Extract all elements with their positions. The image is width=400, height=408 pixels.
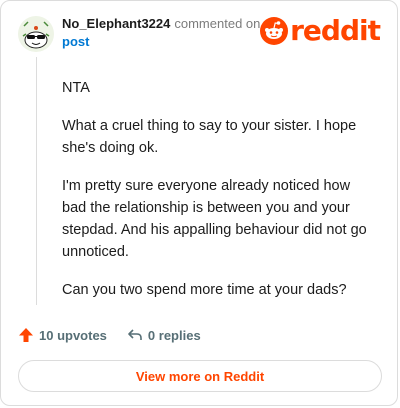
reply-arrow-icon bbox=[128, 329, 142, 340]
username-link[interactable]: No_Elephant3224 bbox=[62, 16, 170, 31]
comment-body: NTA What a cruel thing to say to your si… bbox=[62, 77, 372, 317]
comment-paragraph: What a cruel thing to say to your sister… bbox=[62, 118, 357, 156]
reddit-wordmark: reddit bbox=[290, 14, 381, 47]
replies-count: 0 replies bbox=[147, 327, 201, 343]
comment-header: No_Elephant3224 commented on bbox=[62, 16, 260, 32]
action-text: commented on bbox=[174, 16, 261, 31]
comment-paragraph: I'm pretty sure everyone already noticed… bbox=[62, 178, 367, 260]
reddit-logo[interactable]: reddit bbox=[260, 14, 381, 47]
user-avatar[interactable] bbox=[18, 16, 54, 52]
view-more-button[interactable]: View more on Reddit bbox=[18, 360, 382, 392]
thread-line bbox=[36, 57, 37, 305]
reddit-snoo-icon bbox=[260, 17, 289, 45]
upvote-arrow-icon bbox=[19, 328, 33, 342]
post-link[interactable]: post bbox=[62, 34, 89, 50]
snoo-sunglasses-avatar-icon bbox=[18, 16, 54, 52]
comment-stats: 10 upvotes 0 replies bbox=[18, 327, 201, 343]
replies-stat[interactable]: 0 replies bbox=[127, 327, 201, 343]
comment-paragraph: NTA bbox=[62, 80, 90, 96]
upvotes-count: 10 upvotes bbox=[39, 327, 107, 343]
upvotes-stat[interactable]: 10 upvotes bbox=[18, 327, 107, 343]
embedded-comment-card: No_Elephant3224 commented on post reddit … bbox=[0, 0, 398, 406]
comment-paragraph: Can you two spend more time at your dads… bbox=[62, 282, 347, 298]
